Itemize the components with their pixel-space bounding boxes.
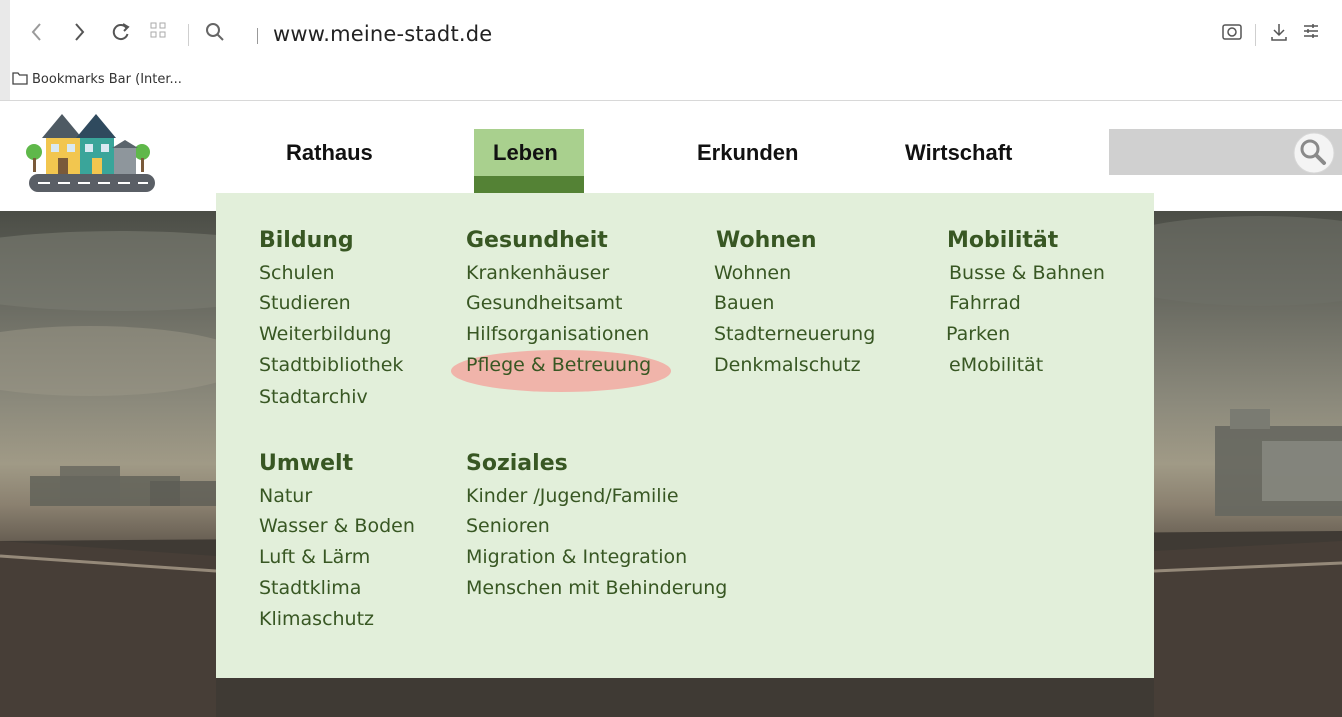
menu-item-wasser-boden[interactable]: Wasser & Boden [259,515,415,537]
menu-item-natur[interactable]: Natur [259,485,312,507]
folder-icon [12,71,28,90]
menu-item-stadterneuerung[interactable]: Stadterneuerung [714,323,875,345]
search-icon[interactable] [205,22,225,42]
bookmarks-bar-folder[interactable]: Bookmarks Bar (Inter... [32,72,182,87]
menu-item-wohnen[interactable]: Wohnen [714,262,791,284]
nav-item-leben[interactable]: Leben [493,140,558,166]
nav-item-rathaus[interactable]: Rathaus [286,140,373,166]
nav-item-wirtschaft[interactable]: Wirtschaft [905,140,1012,166]
menu-item-weiterbildung[interactable]: Weiterbildung [259,323,391,345]
url-divider [257,28,258,44]
grid-icon[interactable] [150,22,166,38]
menu-item-emobilitaet[interactable]: eMobilität [949,354,1043,376]
menu-item-denkmalschutz[interactable]: Denkmalschutz [714,354,861,376]
menu-item-stadtarchiv[interactable]: Stadtarchiv [259,386,368,408]
menu-item-gesundheitsamt[interactable]: Gesundheitsamt [466,292,622,314]
window-edge [0,0,10,101]
menu-heading-mobilitaet[interactable]: Mobilität [947,228,1058,253]
menu-item-fahrrad[interactable]: Fahrrad [949,292,1021,314]
menu-item-luft-laerm[interactable]: Luft & Lärm [259,546,370,568]
menu-item-schulen[interactable]: Schulen [259,262,335,284]
nav-item-erkunden[interactable]: Erkunden [697,140,798,166]
toolbar-divider [188,24,189,46]
menu-heading-umwelt[interactable]: Umwelt [259,451,353,476]
menu-item-krankenhaeuser[interactable]: Krankenhäuser [466,262,609,284]
download-icon[interactable] [1270,22,1288,42]
menu-item-parken[interactable]: Parken [946,323,1010,345]
menu-heading-soziales[interactable]: Soziales [466,451,568,476]
back-icon[interactable] [30,22,42,42]
browser-chrome: www.meine-stadt.de Bookmarks Bar (Inter.… [0,0,1342,101]
address-bar[interactable]: www.meine-stadt.de [273,22,492,46]
menu-item-klimaschutz[interactable]: Klimaschutz [259,608,374,630]
menu-item-pflege-betreuung[interactable]: Pflege & Betreuung [466,354,651,376]
menu-heading-gesundheit[interactable]: Gesundheit [466,228,608,253]
menu-item-busse-bahnen[interactable]: Busse & Bahnen [949,262,1105,284]
menu-heading-wohnen[interactable]: Wohnen [716,228,817,253]
forward-icon[interactable] [74,22,86,42]
menu-item-stadtbibliothek[interactable]: Stadtbibliothek [259,354,403,376]
city-logo[interactable] [24,108,159,196]
menu-item-bauen[interactable]: Bauen [714,292,774,314]
camera-icon[interactable] [1222,22,1242,40]
menu-item-kinder-jugend-familie[interactable]: Kinder /Jugend/Familie [466,485,679,507]
menu-heading-bildung[interactable]: Bildung [259,228,354,253]
menu-item-senioren[interactable]: Senioren [466,515,550,537]
menu-item-migration-integration[interactable]: Migration & Integration [466,546,687,568]
menu-item-hilfsorganisationen[interactable]: Hilfsorganisationen [466,323,649,345]
menu-item-studieren[interactable]: Studieren [259,292,351,314]
reload-icon[interactable] [111,22,131,42]
settings-sliders-icon[interactable] [1302,22,1320,40]
menu-item-menschen-mit-behinderung[interactable]: Menschen mit Behinderung [466,577,727,599]
toolbar-divider [1255,24,1256,46]
nav-active-indicator [474,176,584,193]
search-icon[interactable] [1289,128,1339,183]
menu-item-stadtklima[interactable]: Stadtklima [259,577,361,599]
